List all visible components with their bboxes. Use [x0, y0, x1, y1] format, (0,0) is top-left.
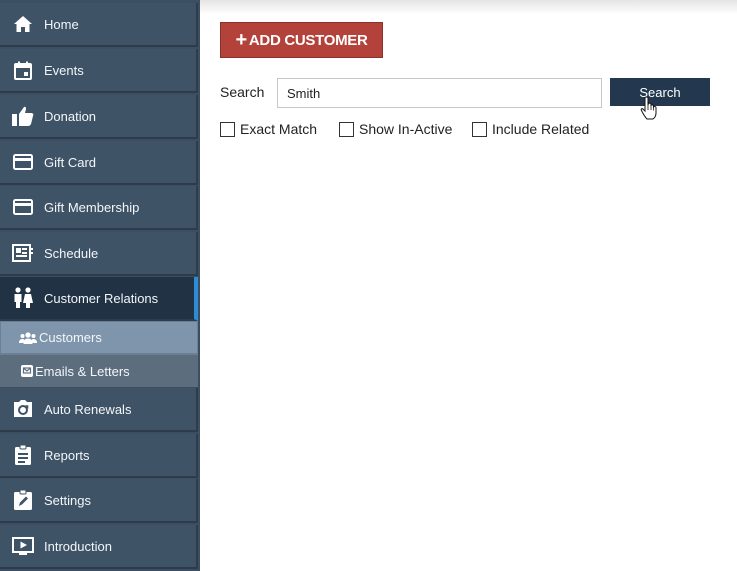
checkbox-box[interactable] [339, 121, 354, 137]
nav-label: Events [44, 62, 84, 78]
camera-renew-icon [12, 398, 34, 420]
nav-item-events[interactable]: Events [0, 49, 198, 93]
home-icon [12, 13, 34, 35]
nav-label: Auto Renewals [44, 401, 132, 417]
checkbox-label: Exact Match [240, 121, 318, 137]
nav-item-settings[interactable]: Settings [0, 479, 198, 523]
top-shadow [200, 0, 737, 14]
sub-item-emails-letters[interactable]: Emails & Letters [0, 354, 198, 387]
nav-item-customer-relations[interactable]: Customer Relations [0, 277, 198, 321]
thumbs-up-icon [12, 105, 34, 127]
card-icon [12, 196, 34, 218]
checkbox-label: Show In-Active [359, 121, 453, 137]
nav-label: Gift Membership [44, 199, 140, 215]
calendar-icon [12, 59, 34, 81]
hand-cursor-icon [640, 96, 657, 120]
nav-item-introduction[interactable]: Introduction [0, 525, 198, 569]
add-customer-label: ADD CUSTOMER [248, 31, 368, 49]
card-icon [12, 151, 34, 173]
search-label: Search [220, 84, 265, 100]
sub-item-customers[interactable]: Customers [0, 321, 198, 354]
clipboard-icon [12, 444, 34, 466]
nav-item-schedule[interactable]: Schedule [0, 232, 198, 276]
sub-item-label: Emails & Letters [35, 363, 130, 379]
nav-item-home[interactable]: Home [0, 3, 198, 47]
nav-item-gift-card[interactable]: Gift Card [0, 141, 198, 185]
nav-label: Home [44, 16, 79, 32]
users-icon [19, 331, 37, 345]
include-related-checkbox[interactable]: Include Related [472, 120, 589, 138]
play-icon [12, 535, 34, 557]
nav-label: Introduction [44, 538, 112, 554]
checkbox-label: Include Related [492, 121, 590, 137]
nav-label: Schedule [44, 245, 99, 261]
nav-label: Donation [44, 108, 97, 124]
nav-label: Customer Relations [44, 290, 159, 306]
checkbox-box[interactable] [472, 121, 487, 137]
sidebar: Home Events Donation Gift Card Gift Memb… [0, 0, 200, 571]
settings-edit-icon [12, 489, 34, 511]
mail-icon [18, 364, 36, 378]
checkbox-box[interactable] [220, 121, 235, 137]
plus-icon: + [235, 29, 247, 51]
sub-item-label: Customers [39, 330, 102, 345]
nav-item-gift-membership[interactable]: Gift Membership [0, 186, 198, 230]
nav-label: Gift Card [44, 154, 97, 170]
nav-item-reports[interactable]: Reports [0, 434, 198, 478]
nav-item-donation[interactable]: Donation [0, 95, 198, 139]
nav-label: Settings [44, 492, 91, 508]
search-input[interactable] [277, 78, 602, 108]
search-button[interactable]: Search [610, 78, 710, 106]
nav-item-auto-renewals[interactable]: Auto Renewals [0, 388, 198, 432]
add-customer-button[interactable]: + ADD CUSTOMER [220, 22, 383, 58]
nav-label: Reports [44, 447, 90, 463]
exact-match-checkbox[interactable]: Exact Match [220, 120, 317, 138]
schedule-icon [12, 242, 34, 264]
people-icon [12, 287, 34, 309]
show-inactive-checkbox[interactable]: Show In-Active [339, 120, 452, 138]
